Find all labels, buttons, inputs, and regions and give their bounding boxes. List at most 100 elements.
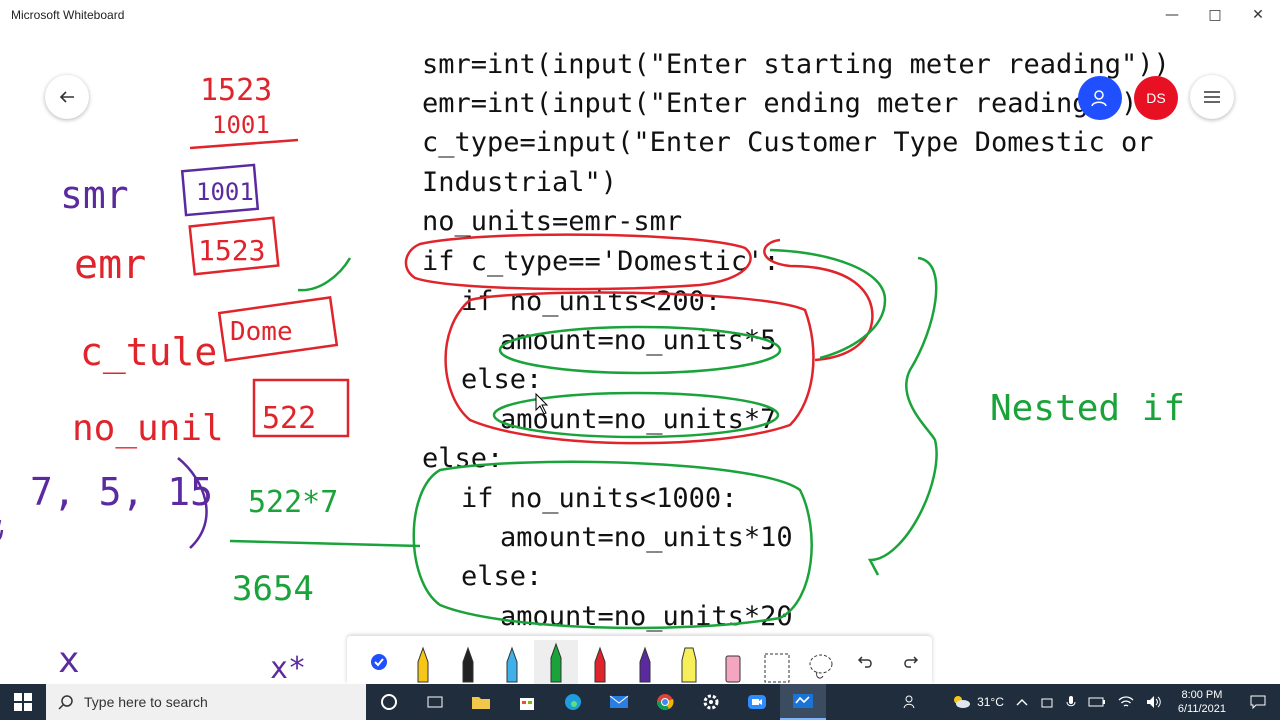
back-button[interactable] (45, 75, 89, 119)
purple-left-mark (0, 520, 4, 540)
highlighter-tool[interactable] (667, 640, 711, 684)
bottom-left-note: x (58, 640, 80, 681)
ruler-icon (764, 653, 790, 683)
chevron-up-icon (1016, 699, 1028, 706)
emr-label: emr (74, 242, 146, 288)
whiteboard-icon (793, 694, 813, 708)
cortana-icon (381, 694, 397, 710)
task-view-button[interactable] (412, 684, 458, 720)
highlighter-icon (681, 647, 697, 683)
top-value-b: 1001 (212, 111, 270, 139)
taskbar-search-box[interactable]: Type here to search (46, 684, 366, 720)
code-line: Industrial") (422, 167, 617, 198)
camera-icon (1041, 698, 1053, 708)
pen-purple-tool[interactable] (622, 640, 666, 684)
ink-toolbar (347, 636, 932, 684)
pen-icon (506, 646, 518, 683)
pen-icon (639, 646, 651, 683)
search-placeholder: Type here to search (84, 694, 208, 710)
system-tray: 31°C 8:00 PM 6/11/2021 (897, 684, 1280, 720)
taskbar-mail[interactable] (596, 684, 642, 720)
wifi-icon (1118, 696, 1134, 707)
code-line: if c_type=='Domestic': (422, 246, 780, 277)
code-line: if no_units<200: (461, 286, 721, 317)
mail-icon (609, 695, 629, 708)
minimize-button[interactable]: — (1150, 0, 1194, 30)
result-note: 3654 (232, 569, 314, 609)
eraser-tool[interactable] (711, 640, 755, 684)
taskbar-clock[interactable]: 8:00 PM 6/11/2021 (1168, 688, 1236, 716)
code-line: smr=int(input("Enter starting meter read… (422, 49, 1170, 80)
nested-if-note: Nested if (990, 388, 1185, 429)
user-avatar[interactable]: DS (1134, 76, 1178, 120)
smr-label: smr (60, 173, 129, 217)
code-line: else: (422, 443, 503, 474)
code-line: if no_units<1000: (461, 483, 737, 514)
microphone-button[interactable] (1060, 695, 1082, 709)
lasso-icon (809, 654, 833, 679)
pen-yellow-tool[interactable] (401, 640, 445, 684)
pen-icon (417, 646, 429, 683)
calc-note: 522*7 (248, 485, 338, 520)
people-button[interactable] (897, 694, 925, 710)
taskbar-file-explorer[interactable] (458, 684, 504, 720)
network-button[interactable] (1112, 695, 1140, 709)
undo-icon (857, 656, 872, 668)
folder-icon (472, 697, 490, 709)
pen-green-tool[interactable] (533, 640, 579, 684)
code-line: c_type=input("Enter Customer Type Domest… (422, 127, 1154, 158)
rates-note: 7, 5, 15 (30, 470, 213, 514)
units-value: 522 (262, 401, 316, 436)
hamburger-icon (1204, 91, 1220, 103)
taskbar-edge[interactable] (550, 684, 596, 720)
invite-button[interactable] (1078, 76, 1122, 120)
emr-value: 1523 (198, 234, 265, 267)
taskbar-whiteboard[interactable] (780, 684, 826, 720)
zoom-icon (748, 695, 766, 709)
battery-plug-icon (1088, 697, 1105, 707)
green-connector-line (229, 539, 421, 548)
show-hidden-icons[interactable] (1010, 698, 1034, 706)
maximize-button[interactable]: □ (1193, 0, 1237, 30)
ruler-tool[interactable] (755, 640, 799, 684)
bottom-mid-note: x* (270, 651, 306, 684)
pen-red-tool[interactable] (578, 640, 622, 684)
clock-date: 6/11/2021 (1177, 703, 1226, 715)
volume-button[interactable] (1140, 695, 1168, 709)
redo-icon (904, 656, 918, 668)
code-line: else: (461, 561, 542, 592)
pen-icon (462, 646, 474, 683)
battery-button[interactable] (1082, 696, 1112, 708)
lasso-tool[interactable] (799, 640, 843, 684)
task-view-icon (427, 696, 443, 708)
redo-button[interactable] (888, 640, 932, 684)
code-block: smr=int(input("Enter starting meter read… (422, 49, 1170, 632)
microphone-icon (1066, 696, 1076, 707)
gear-icon (703, 694, 719, 710)
taskbar-chrome[interactable] (642, 684, 688, 720)
window-title: Microsoft Whiteboard (11, 8, 125, 22)
notification-center-button[interactable] (1236, 695, 1280, 709)
edge-icon (565, 694, 581, 710)
close-button[interactable]: ✕ (1236, 0, 1280, 30)
menu-button[interactable] (1190, 75, 1234, 119)
tray-app-icon[interactable] (1034, 695, 1060, 709)
search-icon (58, 695, 73, 710)
code-line: amount=no_units*10 (500, 522, 793, 553)
weather-cloud-icon (954, 696, 971, 708)
green-check (297, 257, 352, 292)
green-brace (867, 256, 938, 576)
pen-black-tool[interactable] (445, 640, 489, 684)
cortana-button[interactable] (366, 684, 412, 720)
select-tool[interactable] (357, 640, 401, 684)
taskbar-store[interactable] (504, 684, 550, 720)
taskbar-zoom[interactable] (734, 684, 780, 720)
units-label: no_unil (72, 408, 224, 449)
undo-button[interactable] (844, 640, 888, 684)
pen-blue-tool[interactable] (490, 640, 534, 684)
whiteboard-canvas[interactable]: smr=int(input("Enter starting meter read… (0, 30, 1280, 684)
taskbar-settings[interactable] (688, 684, 734, 720)
start-button[interactable] (0, 684, 46, 720)
pen-icon (550, 642, 562, 683)
weather-widget[interactable]: 31°C (925, 695, 1010, 709)
